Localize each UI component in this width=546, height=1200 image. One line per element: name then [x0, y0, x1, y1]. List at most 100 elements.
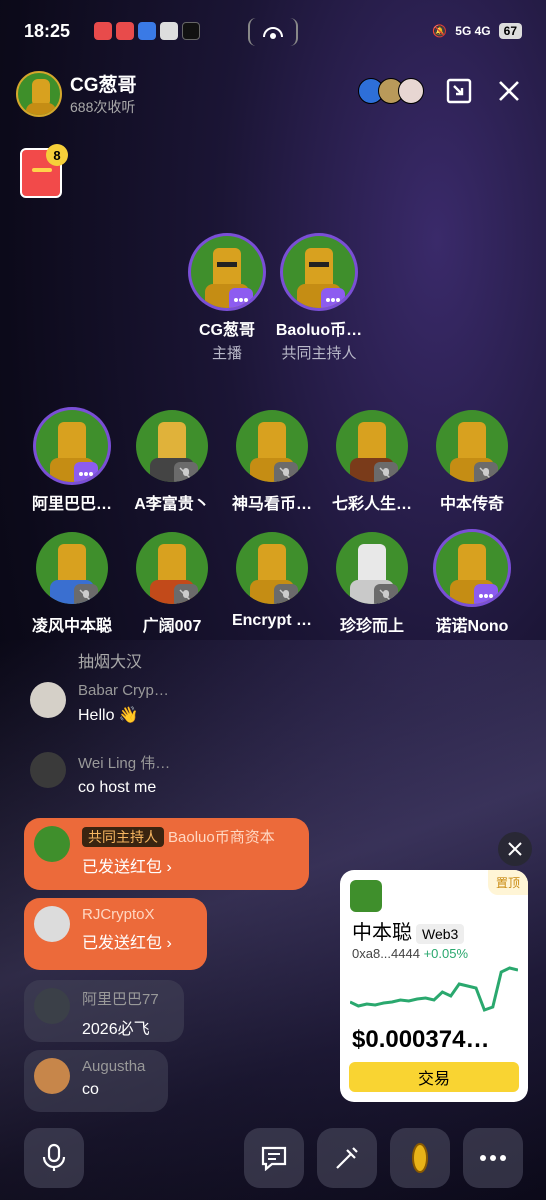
- speaker-avatar[interactable]: [336, 532, 408, 604]
- speaker-grid-item[interactable]: 七彩人生…: [322, 410, 422, 514]
- speaker-grid-item[interactable]: 中本传奇: [422, 410, 522, 514]
- speaker-avatar[interactable]: [236, 410, 308, 482]
- speaking-icon: [321, 288, 345, 308]
- red-packet-message[interactable]: RJCryptoX 已发送红包 ›: [24, 898, 207, 970]
- speaker-avatar[interactable]: [236, 532, 308, 604]
- speaker-role: 主播: [211, 345, 242, 362]
- speaker-name: 珍珍而上: [339, 618, 404, 635]
- avatar-art: [58, 422, 86, 462]
- avatar-art: [213, 248, 241, 288]
- chat-avatar: [34, 906, 70, 942]
- red-packet-message[interactable]: 共同主持人 Baoluo币商资本 已发送红包 ›: [24, 818, 309, 890]
- speaker-avatar[interactable]: [36, 532, 108, 604]
- speaker-name: 中本传奇: [439, 496, 504, 513]
- avatar-art: [26, 102, 56, 115]
- viewer-avatar: [398, 78, 424, 104]
- speaker-grid-item[interactable]: 珍珍而上: [322, 532, 422, 636]
- chat-avatar[interactable]: [34, 1058, 70, 1094]
- speaker-grid-item[interactable]: 凌风中本聪: [22, 532, 122, 636]
- speaker-grid-item[interactable]: 广阔007: [122, 532, 222, 636]
- notification-icons: [94, 22, 200, 40]
- chat-username[interactable]: Augustha: [82, 1058, 145, 1075]
- speaker-name: 广阔007: [142, 618, 202, 635]
- trade-button[interactable]: 交易: [349, 1062, 519, 1092]
- speaker-role: 共同主持人: [281, 345, 357, 362]
- chat-text: 2026必飞: [82, 1021, 150, 1038]
- chat-avatar[interactable]: [34, 988, 70, 1024]
- token-trade-card[interactable]: 置顶 中本聪 Web3 0xa8...4444 +0.05% $0.000374……: [340, 870, 528, 1102]
- speaker-avatar[interactable]: [283, 236, 355, 308]
- speaker-grid-item[interactable]: 诺诺Nono: [422, 532, 522, 636]
- chat-icon: [261, 1146, 287, 1171]
- token-price: $0.000374…: [352, 1026, 490, 1053]
- speaker-avatar[interactable]: [436, 532, 508, 604]
- speaker-avatar[interactable]: [136, 532, 208, 604]
- viewer-avatars[interactable]: [358, 78, 424, 104]
- chat-username[interactable]: Babar Cryp…: [78, 682, 169, 699]
- chat-message: Babar Cryp… Hello 👋: [30, 682, 169, 725]
- trade-card-close-icon[interactable]: [498, 832, 532, 866]
- chat-username[interactable]: Wei Ling 伟…: [78, 752, 170, 773]
- speaker-grid-item[interactable]: A李富贵丶: [122, 410, 222, 514]
- chat-button[interactable]: [244, 1128, 304, 1188]
- chain-tag: Web3: [416, 923, 465, 944]
- mic-muted-icon: [474, 462, 498, 482]
- red-packet-button[interactable]: 8: [20, 144, 68, 198]
- speaker-name: CG葱哥: [198, 322, 255, 339]
- host-header[interactable]: CG葱哥 688次收听: [16, 70, 137, 117]
- token-address: 0xa8...4444: [352, 946, 420, 961]
- avatar-art: [305, 248, 333, 288]
- chat-message: 阿里巴巴77 2026必飞: [24, 980, 184, 1042]
- chat-avatar[interactable]: [30, 682, 66, 718]
- speaker-avatar[interactable]: [136, 410, 208, 482]
- header-actions: [358, 76, 524, 106]
- chat-avatar[interactable]: [30, 752, 66, 788]
- app-icon: [116, 22, 134, 40]
- speaker-grid-item[interactable]: 神马看币…: [222, 410, 322, 514]
- app-icon: [138, 22, 156, 40]
- pinned-label: 置顶: [487, 870, 528, 895]
- token-address-row: 0xa8...4444 +0.05%: [352, 946, 468, 961]
- host-avatar[interactable]: [16, 70, 62, 117]
- listen-count: 688次收听: [70, 99, 136, 115]
- speaker-name: 诺诺Nono: [435, 618, 509, 635]
- mic-muted-icon: [174, 584, 198, 604]
- coin-button[interactable]: [390, 1128, 450, 1188]
- close-icon[interactable]: [494, 76, 524, 106]
- speaker-cohost[interactable]: Baoluo币… 共同主持人: [269, 236, 369, 363]
- avatar-art: [158, 544, 186, 584]
- red-packet-stripe: [32, 168, 52, 172]
- speaker-name: Encrypt …: [231, 612, 312, 629]
- mic-muted-icon: [374, 584, 398, 604]
- speaker-avatar[interactable]: [336, 410, 408, 482]
- speaker-avatar[interactable]: [36, 410, 108, 482]
- speaker-grid-item[interactable]: Encrypt …: [222, 532, 322, 630]
- speaker-host[interactable]: CG葱哥 主播: [177, 236, 277, 363]
- chat-username[interactable]: 阿里巴巴77: [82, 988, 159, 1009]
- token-logo: [350, 880, 382, 912]
- host-name: CG葱哥: [70, 75, 137, 96]
- minimize-icon[interactable]: [444, 76, 474, 106]
- price-sparkline: [350, 966, 518, 1012]
- more-button[interactable]: [463, 1128, 523, 1188]
- speaker-grid-item[interactable]: 阿里巴巴…: [22, 410, 122, 514]
- speaker-name: A李富贵丶: [134, 496, 210, 513]
- battery-level: 67: [498, 23, 522, 39]
- tiktok-icon: [182, 22, 200, 40]
- speaker-avatar[interactable]: [191, 236, 263, 308]
- chat-username: RJCryptoX: [82, 906, 155, 923]
- status-bar: 18:25 🔕 5G 4G 67: [0, 0, 546, 62]
- avatar-art: [309, 262, 329, 267]
- speaking-icon: [74, 462, 98, 482]
- effects-button[interactable]: [317, 1128, 377, 1188]
- avatar-art: [158, 422, 186, 462]
- speaking-icon: [474, 584, 498, 604]
- avatar-art: [258, 544, 286, 584]
- avatar-art: [358, 544, 386, 584]
- microphone-button[interactable]: [24, 1128, 84, 1188]
- speaker-avatar[interactable]: [436, 410, 508, 482]
- sparkline-path: [350, 966, 518, 1012]
- more-icon: [480, 1155, 506, 1161]
- avatar-art: [458, 544, 486, 584]
- app-icon: [160, 22, 178, 40]
